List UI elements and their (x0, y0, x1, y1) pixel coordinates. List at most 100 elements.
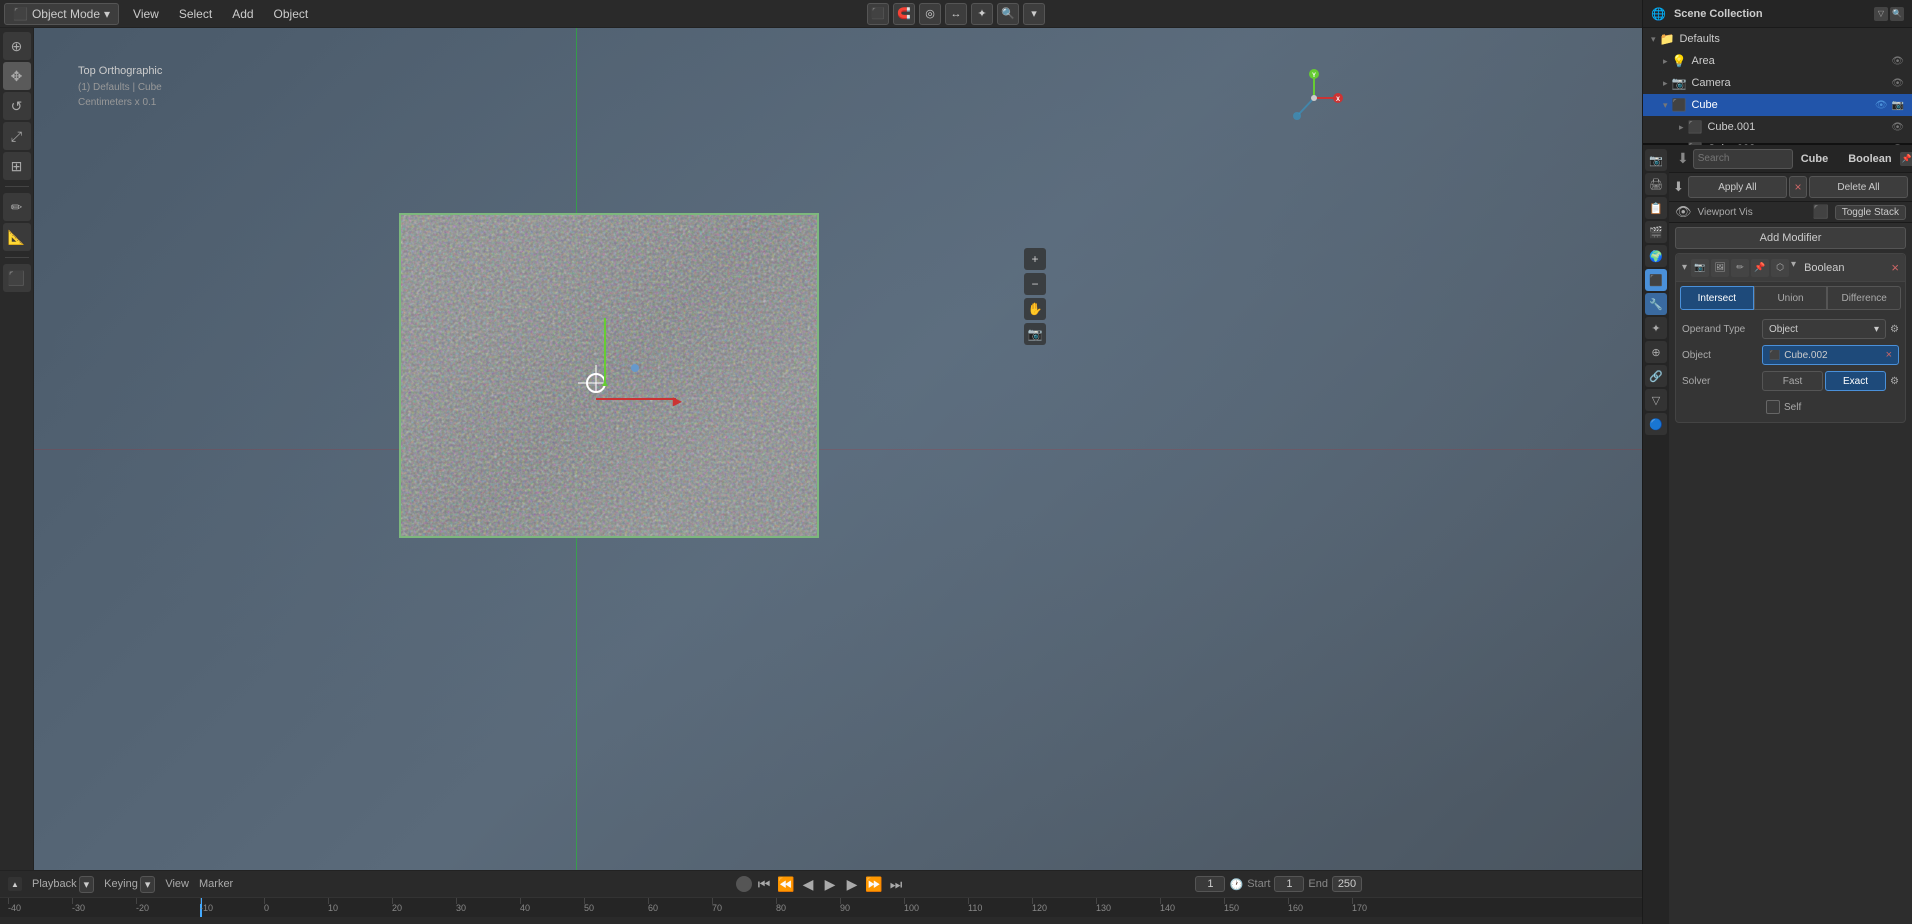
proportional-icon[interactable]: ◎ (919, 3, 941, 25)
modifier-search-input[interactable] (1693, 149, 1793, 169)
pivot-icon[interactable]: ✦ (971, 3, 993, 25)
outliner-header-icons: ▽ 🔍 (1874, 7, 1904, 21)
scene-props-icon[interactable]: 🎬 (1645, 221, 1667, 243)
expand-icon[interactable]: ▾ (1023, 3, 1045, 25)
apply-all-close-icon[interactable]: × (1789, 176, 1807, 198)
toggle-stack-button[interactable]: Toggle Stack (1835, 205, 1906, 220)
output-props-icon[interactable]: 🖨 (1645, 173, 1667, 195)
properties-icon-sidebar: 📷 🖨 📋 🎬 🌍 ⬛ 🔧 ✦ ⊕ 🔗 ▽ 🔵 (1643, 145, 1669, 924)
snap-icon[interactable]: 🧲 (893, 3, 915, 25)
timeline-ruler[interactable]: -40-30-20-100102030405060708090100110120… (0, 897, 1642, 917)
outliner-item-cube[interactable]: ▾ ⬛ Cube 👁 📷 (1643, 94, 1912, 116)
object-mode-dropdown[interactable]: ⬛ Object Mode ▾ (4, 3, 119, 25)
rotate-tool[interactable]: ↺ (3, 92, 31, 120)
modifier-props-icon[interactable]: 🔧 (1645, 293, 1667, 315)
end-frame-input[interactable]: 250 (1332, 876, 1362, 892)
ruler-tick (712, 898, 713, 904)
outliner-item-cube001[interactable]: ▸ ⬛ Cube.001 👁 (1643, 116, 1912, 138)
jump-end-btn[interactable]: ⏭ (886, 874, 906, 894)
record-btn[interactable] (736, 876, 752, 892)
union-button[interactable]: Union (1754, 286, 1828, 310)
zoom-in-btn[interactable]: + (1024, 248, 1046, 270)
next-key-btn[interactable]: ▶ (842, 874, 862, 894)
texture-overlay (401, 215, 817, 537)
keying-dropdown[interactable]: ▾ (140, 876, 156, 893)
outliner-filter-icon[interactable]: ▽ (1874, 7, 1888, 21)
outliner-item-area[interactable]: ▸ 💡 Area 👁 (1643, 50, 1912, 72)
operand-type-dropdown[interactable]: Object ▾ (1762, 319, 1886, 339)
fast-solver-btn[interactable]: Fast (1762, 371, 1823, 391)
frame-controls: 1 🕐 Start 1 End 250 (1195, 876, 1362, 892)
physics-props-icon[interactable]: ⊕ (1645, 341, 1667, 363)
bool-render-icon[interactable]: 🖼 (1711, 259, 1729, 277)
particles-props-icon[interactable]: ✦ (1645, 317, 1667, 339)
visibility-icon[interactable]: 👁 (1891, 56, 1904, 67)
current-frame-display[interactable]: 1 (1195, 876, 1225, 892)
solver-settings-icon[interactable]: ⚙ (1890, 376, 1899, 387)
pan-btn[interactable]: ✋ (1024, 298, 1046, 320)
play-btn[interactable]: ▶ (820, 874, 840, 894)
jump-start-btn[interactable]: ⏮ (754, 874, 774, 894)
pin-icon[interactable]: 📌 (1900, 152, 1912, 166)
boolean-close-btn[interactable]: × (1891, 260, 1899, 275)
add-modifier-button[interactable]: Add Modifier (1675, 227, 1906, 249)
transform-tool[interactable]: ⊞ (3, 152, 31, 180)
ruler-tick (456, 898, 457, 904)
search-icon2[interactable]: 🔍 (997, 3, 1019, 25)
bool-edit-icon[interactable]: ✏ (1731, 259, 1749, 277)
cursor-tool[interactable]: ⊕ (3, 32, 31, 60)
scale-tool[interactable]: ⤢ (3, 122, 31, 150)
transform-icon[interactable]: ↔ (945, 3, 967, 25)
object-props-icon[interactable]: ⬛ (1645, 269, 1667, 291)
view-layer-props-icon[interactable]: 📋 (1645, 197, 1667, 219)
visibility-icon3[interactable]: 👁 (1875, 100, 1888, 111)
render-vis-icon[interactable]: 📷 (1892, 100, 1904, 111)
visibility-icon4[interactable]: 👁 (1891, 122, 1904, 133)
view-menu[interactable]: View (123, 3, 169, 25)
apply-all-button[interactable]: Apply All (1688, 176, 1787, 198)
bool-collapse-icon[interactable]: ▾ (1682, 262, 1687, 273)
zoom-out-btn[interactable]: − (1024, 273, 1046, 295)
exact-solver-btn[interactable]: Exact (1825, 371, 1886, 391)
difference-button[interactable]: Difference (1827, 286, 1901, 310)
material-props-icon[interactable]: 🔵 (1645, 413, 1667, 435)
viewport[interactable]: ▶ ▲ Top Orthographic (1) Defaults | Cube… (34, 28, 1642, 870)
outliner-item-camera[interactable]: ▸ 📷 Camera 👁 (1643, 72, 1912, 94)
render-props-icon[interactable]: 📷 (1645, 149, 1667, 171)
left-toolbar: ⊕ ✥ ↺ ⤢ ⊞ ✏ 📐 ⬛ (0, 28, 34, 870)
prev-key-btn[interactable]: ◀ (798, 874, 818, 894)
add-menu[interactable]: Add (222, 3, 263, 25)
ruler-tick (1032, 898, 1033, 904)
object-field-value[interactable]: ⬛ Cube.002 × (1762, 345, 1899, 365)
object-data-props-icon[interactable]: ▽ (1645, 389, 1667, 411)
annotate-tool[interactable]: ✏ (3, 193, 31, 221)
bool-realtime-icon[interactable]: 📷 (1691, 259, 1709, 277)
playback-dropdown[interactable]: ▾ (79, 876, 95, 893)
ruler-mark-20: 20 (392, 903, 402, 913)
scene-mode-btn[interactable]: ▲ (8, 877, 22, 891)
prev-frame-btn[interactable]: ⏪ (776, 874, 796, 894)
operand-settings-icon[interactable]: ⚙ (1890, 324, 1899, 335)
object-menu[interactable]: Object (264, 3, 319, 25)
visibility-icon2[interactable]: 👁 (1891, 78, 1904, 89)
axis-gizmo[interactable]: Y X (1284, 68, 1344, 128)
active-tool-icon[interactable]: ⬛ (867, 3, 889, 25)
add-cube-tool[interactable]: ⬛ (3, 264, 31, 292)
bool-expand-icon[interactable]: ⬡ (1771, 259, 1789, 277)
outliner-search-icon[interactable]: 🔍 (1890, 7, 1904, 21)
object-clear-icon[interactable]: × (1886, 349, 1892, 361)
select-menu[interactable]: Select (169, 3, 222, 25)
intersect-button[interactable]: Intersect (1680, 286, 1754, 310)
delete-all-button[interactable]: Delete All (1809, 176, 1908, 198)
self-checkbox[interactable] (1766, 400, 1780, 414)
move-tool[interactable]: ✥ (3, 62, 31, 90)
world-props-icon[interactable]: 🌍 (1645, 245, 1667, 267)
camera-view-btn[interactable]: 📷 (1024, 323, 1046, 345)
outliner-item-defaults[interactable]: ▾ 📁 Defaults (1643, 28, 1912, 50)
next-frame-btn[interactable]: ⏩ (864, 874, 884, 894)
start-frame-input[interactable]: 1 (1274, 876, 1304, 892)
bool-chevron-icon[interactable]: ▾ (1791, 259, 1796, 277)
constraints-props-icon[interactable]: 🔗 (1645, 365, 1667, 387)
bool-pin-icon[interactable]: 📌 (1751, 259, 1769, 277)
measure-tool[interactable]: 📐 (3, 223, 31, 251)
